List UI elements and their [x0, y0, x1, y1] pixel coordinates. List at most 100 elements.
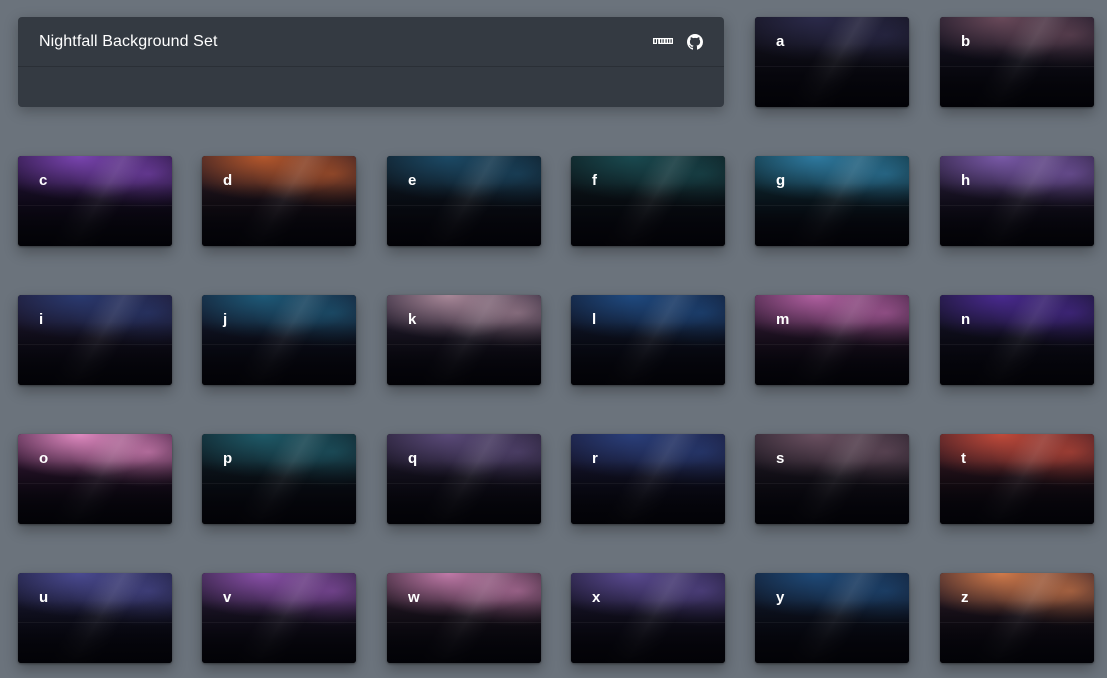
tile-label: u [39, 589, 49, 606]
tile-divider [755, 344, 909, 345]
background-grid: Nightfall Background Set a b c d e f g h… [0, 0, 1107, 678]
tile-divider [202, 483, 356, 484]
tile-label: r [592, 450, 598, 467]
background-tile-y[interactable]: y [755, 573, 909, 663]
tile-divider [755, 622, 909, 623]
background-tile-f[interactable]: f [571, 156, 725, 246]
background-tile-j[interactable]: j [202, 295, 356, 385]
tile-label: p [223, 450, 233, 467]
tile-fade [202, 434, 356, 524]
tile-label: n [961, 311, 971, 328]
tile-divider [755, 66, 909, 67]
tile-fade [571, 156, 725, 246]
npm-icon[interactable] [653, 37, 673, 46]
tile-fade [940, 156, 1094, 246]
background-tile-r[interactable]: r [571, 434, 725, 524]
background-tile-d[interactable]: d [202, 156, 356, 246]
background-tile-l[interactable]: l [571, 295, 725, 385]
background-tile-w[interactable]: w [387, 573, 541, 663]
tile-label: a [776, 33, 785, 50]
header-bar: Nightfall Background Set [18, 17, 724, 67]
tile-divider [18, 344, 172, 345]
tile-divider [755, 205, 909, 206]
tile-label: d [223, 172, 233, 189]
tile-label: f [592, 172, 597, 189]
background-tile-m[interactable]: m [755, 295, 909, 385]
tile-label: x [592, 589, 601, 606]
tile-divider [571, 483, 725, 484]
background-tile-q[interactable]: q [387, 434, 541, 524]
tile-label: w [408, 589, 420, 606]
tile-divider [755, 483, 909, 484]
tile-divider [202, 205, 356, 206]
tile-divider [18, 205, 172, 206]
tile-fade [755, 434, 909, 524]
tile-divider [202, 622, 356, 623]
background-tile-g[interactable]: g [755, 156, 909, 246]
tile-divider [202, 344, 356, 345]
tile-divider [940, 205, 1094, 206]
tile-fade [940, 295, 1094, 385]
tile-divider [18, 622, 172, 623]
background-tile-e[interactable]: e [387, 156, 541, 246]
background-tile-h[interactable]: h [940, 156, 1094, 246]
background-tile-u[interactable]: u [18, 573, 172, 663]
tile-fade [202, 573, 356, 663]
background-tile-z[interactable]: z [940, 573, 1094, 663]
tile-fade [571, 573, 725, 663]
tile-fade [18, 573, 172, 663]
tile-label: j [223, 311, 228, 328]
background-tile-p[interactable]: p [202, 434, 356, 524]
background-tile-s[interactable]: s [755, 434, 909, 524]
background-tile-o[interactable]: o [18, 434, 172, 524]
tile-label: q [408, 450, 418, 467]
background-tile-c[interactable]: c [18, 156, 172, 246]
tile-divider [940, 622, 1094, 623]
page-title: Nightfall Background Set [39, 32, 218, 50]
tile-fade [940, 17, 1094, 107]
tile-fade [18, 295, 172, 385]
tile-divider [387, 483, 541, 484]
background-tile-a[interactable]: a [755, 17, 909, 107]
background-tile-x[interactable]: x [571, 573, 725, 663]
tile-label: o [39, 450, 49, 467]
tile-label: g [776, 172, 786, 189]
tile-label: l [592, 311, 597, 328]
background-tile-k[interactable]: k [387, 295, 541, 385]
tile-fade [755, 17, 909, 107]
tile-fade [940, 573, 1094, 663]
tile-fade [755, 156, 909, 246]
tile-fade [387, 295, 541, 385]
tile-divider [940, 483, 1094, 484]
background-tile-b[interactable]: b [940, 17, 1094, 107]
tile-divider [387, 205, 541, 206]
tile-fade [387, 434, 541, 524]
tile-divider [571, 205, 725, 206]
tile-label: m [776, 311, 790, 328]
tile-divider [571, 622, 725, 623]
tile-fade [571, 295, 725, 385]
tile-divider [940, 66, 1094, 67]
tile-label: b [961, 33, 971, 50]
tile-label: s [776, 450, 785, 467]
background-tile-t[interactable]: t [940, 434, 1094, 524]
background-tile-n[interactable]: n [940, 295, 1094, 385]
tile-fade [18, 156, 172, 246]
tile-divider [571, 344, 725, 345]
tile-label: y [776, 589, 785, 606]
tile-fade [571, 434, 725, 524]
background-tile-i[interactable]: i [18, 295, 172, 385]
tile-fade [202, 156, 356, 246]
tile-fade [940, 434, 1094, 524]
tile-divider [387, 344, 541, 345]
tile-divider [940, 344, 1094, 345]
tile-fade [387, 156, 541, 246]
github-icon[interactable] [687, 33, 703, 50]
tile-fade [18, 434, 172, 524]
background-tile-v[interactable]: v [202, 573, 356, 663]
tile-fade [755, 295, 909, 385]
header-card: Nightfall Background Set [18, 17, 724, 107]
tile-label: h [961, 172, 971, 189]
tile-label: z [961, 589, 969, 606]
tile-fade [755, 573, 909, 663]
